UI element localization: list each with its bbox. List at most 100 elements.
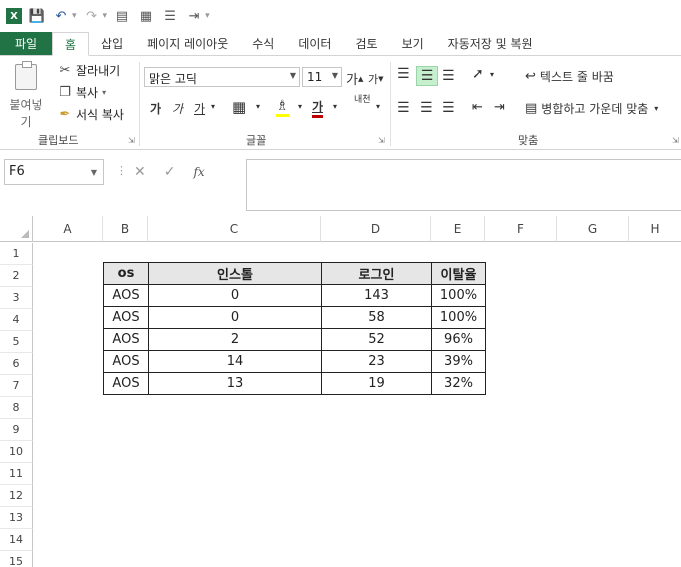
align-left-icon[interactable]: ☰ [397,100,410,116]
tab-review[interactable]: 검토 [343,32,389,55]
select-all-button[interactable] [0,216,33,242]
header-cell[interactable]: 이탈율 [431,262,486,285]
tab-home[interactable]: 홈 [52,32,90,56]
table-cell[interactable]: 0 [148,284,322,307]
redo-dropdown-icon[interactable]: ▾ [103,11,108,21]
header-cell[interactable]: 로그인 [321,262,432,285]
italic-button[interactable]: 가 [172,100,183,117]
insert-function-icon[interactable]: fx [193,165,204,179]
align-top-icon[interactable]: ☰ [397,66,410,82]
underline-button[interactable]: 가 [194,100,205,117]
table-cell[interactable]: 143 [321,284,432,307]
copy-button[interactable]: ❐ 복사 ▾ [58,84,106,101]
table-cell[interactable]: 32% [431,372,486,395]
redo-icon[interactable]: ↷ [83,7,101,25]
column-header[interactable]: H [629,216,681,242]
table-cell[interactable]: 39% [431,350,486,373]
save-icon[interactable]: 💾 [28,7,46,25]
clipboard-launcher-icon[interactable]: ⇲ [128,136,135,145]
font-name-select[interactable]: 맑은 고딕 ▼ [144,67,300,87]
align-middle-icon[interactable]: ☰ [416,66,438,86]
tab-formulas[interactable]: 수식 [240,32,286,55]
table-cell[interactable]: 52 [321,328,432,351]
decrease-indent-icon[interactable]: ⇤ [472,100,483,115]
drag-handle-icon[interactable]: ⋮ [116,164,127,177]
shrink-font-button[interactable]: 가 ▼ [368,71,384,87]
font-color-dropdown-icon[interactable]: ▾ [333,102,337,111]
column-header[interactable]: D [321,216,431,242]
align-right-icon[interactable]: ☰ [442,100,455,116]
table-cell[interactable]: AOS [103,284,149,307]
table-cell[interactable]: 13 [148,372,322,395]
font-color-icon[interactable]: 가 [312,98,324,118]
tab-view[interactable]: 보기 [390,32,436,55]
table-cell[interactable]: 100% [431,306,486,329]
row-header[interactable]: 4 [0,309,33,331]
header-cell[interactable]: 인스톨 [148,262,322,285]
enter-icon[interactable]: ✓ [164,164,176,180]
table-cell[interactable]: 19 [321,372,432,395]
row-header[interactable]: 1 [0,243,33,265]
column-header[interactable]: E [431,216,485,242]
table-cell[interactable]: 0 [148,306,322,329]
table-cell[interactable]: 23 [321,350,432,373]
table-cell[interactable]: 2 [148,328,322,351]
row-header[interactable]: 6 [0,353,33,375]
increase-indent-icon[interactable]: ⇥ [494,100,505,115]
phonetic-button[interactable]: 내천 [354,96,371,105]
tab-insert[interactable]: 삽입 [89,32,135,55]
align-center-icon[interactable]: ☰ [420,100,433,116]
table-cell[interactable]: AOS [103,372,149,395]
format-painter-icon[interactable]: ▤ [113,7,131,25]
column-header[interactable]: G [557,216,629,242]
row-header[interactable]: 12 [0,485,33,507]
border-icon[interactable]: ▦ [232,98,246,116]
row-header[interactable]: 3 [0,287,33,309]
paste-button[interactable]: 붙여넣기 [4,61,48,130]
orientation-icon[interactable]: ➚ [472,66,484,82]
formula-input[interactable] [246,159,681,211]
column-header[interactable]: B [103,216,148,242]
indent-icon[interactable]: ⇥ [185,7,203,25]
grow-font-button[interactable]: 가 ▲ [346,69,363,88]
row-header[interactable]: 15 [0,551,33,567]
row-header[interactable]: 8 [0,397,33,419]
font-launcher-icon[interactable]: ⇲ [378,136,385,145]
form-icon[interactable]: ▦ [137,7,155,25]
copy-dropdown-icon[interactable]: ▾ [102,88,106,97]
table-cell[interactable]: 58 [321,306,432,329]
border-dropdown-icon[interactable]: ▾ [256,102,260,111]
name-box[interactable]: F6 ▼ [4,159,104,185]
tab-page-layout[interactable]: 페이지 레이아웃 [135,32,240,55]
row-header[interactable]: 11 [0,463,33,485]
table-cell[interactable]: 14 [148,350,322,373]
alignment-launcher-icon[interactable]: ⇲ [672,136,679,145]
customize-qat-icon[interactable]: ▾ [205,11,210,21]
row-header[interactable]: 5 [0,331,33,353]
tab-file[interactable]: 파일 [0,32,52,55]
table-cell[interactable]: AOS [103,328,149,351]
cut-button[interactable]: ✂ 잘라내기 [58,62,121,79]
tab-autosave[interactable]: 자동저장 및 복원 [436,32,545,55]
format-painter-button[interactable]: ✒ 서식 복사 [58,106,124,123]
undo-dropdown-icon[interactable]: ▾ [72,11,77,21]
row-header[interactable]: 13 [0,507,33,529]
phonetic-dropdown-icon[interactable]: ▾ [376,102,380,111]
wrap-text-button[interactable]: ↩ 텍스트 줄 바꿈 [525,68,614,85]
fill-dropdown-icon[interactable]: ▾ [298,102,302,111]
table-cell[interactable]: 100% [431,284,486,307]
merge-center-button[interactable]: ▤ 병합하고 가운데 맞춤 ▾ [525,100,658,117]
column-header[interactable]: C [148,216,321,242]
column-header[interactable]: A [33,216,103,242]
header-cell[interactable]: os [103,262,149,285]
column-header[interactable]: F [485,216,557,242]
table-cell[interactable]: AOS [103,350,149,373]
row-header[interactable]: 10 [0,441,33,463]
row-header[interactable]: 2 [0,265,33,287]
table-cell[interactable]: 96% [431,328,486,351]
row-header[interactable]: 9 [0,419,33,441]
font-size-select[interactable]: 11 ▼ [302,67,342,87]
underline-dropdown-icon[interactable]: ▾ [211,102,215,111]
cancel-icon[interactable]: ✕ [134,164,146,180]
merge-dropdown-icon[interactable]: ▾ [654,104,658,113]
